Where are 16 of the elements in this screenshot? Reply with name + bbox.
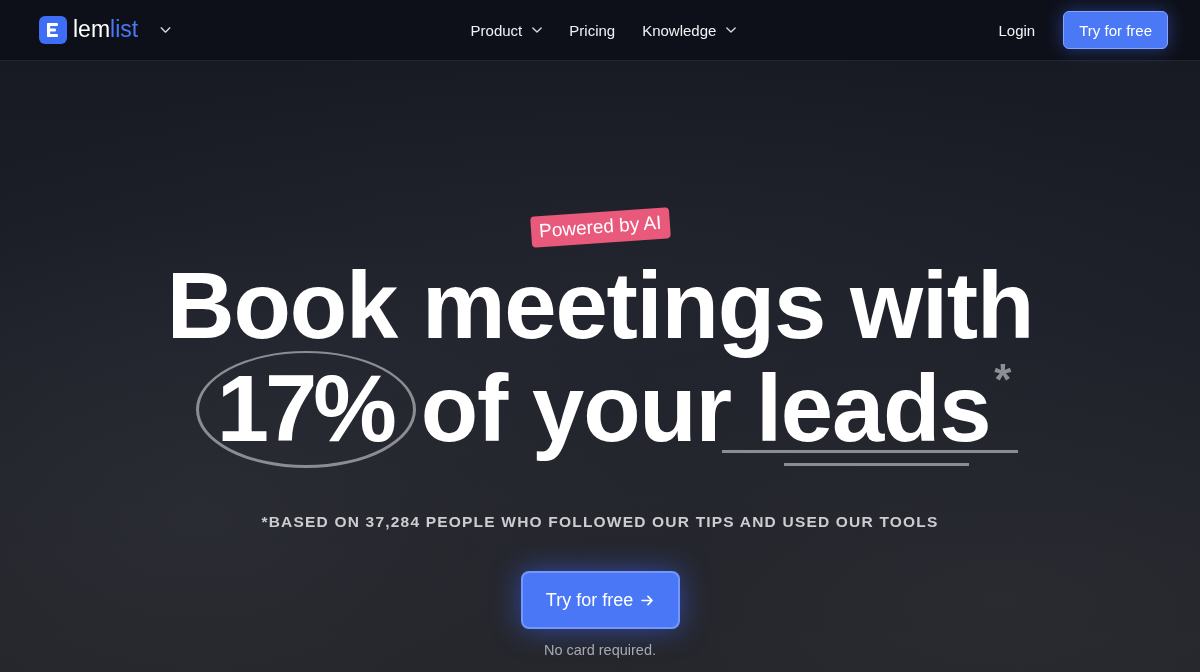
- logo-wordmark[interactable]: lemlist: [73, 17, 139, 43]
- hero-headline: Book meetings with 17% of your leads$^{*}$: [166, 254, 1034, 472]
- chevron-down-icon: [726, 27, 737, 33]
- nav-menu-link[interactable]: Product: [470, 21, 543, 39]
- try-for-free-button[interactable]: Try for free: [520, 571, 680, 629]
- footnote-text: *BASED ON 37,284 PEOPLE WHO FOLLOWED OUR TIPS AND USED OUR TOOLS: [261, 512, 939, 532]
- powered-by-ai-badge: Powered by AI: [529, 207, 671, 248]
- nav-menu-link[interactable]: Knowledge: [642, 21, 737, 39]
- arrow-right-icon: [641, 594, 655, 606]
- try-for-free-button[interactable]: Try for free: [1063, 11, 1168, 49]
- login-link[interactable]: Login: [998, 21, 1036, 39]
- no-card-note: No card required.: [544, 641, 656, 659]
- chevron-down-icon: [532, 27, 543, 33]
- nav-link[interactable]: Pricing: [569, 21, 616, 39]
- logo-icon[interactable]: [39, 16, 67, 44]
- chevron-down-icon[interactable]: [160, 27, 172, 33]
